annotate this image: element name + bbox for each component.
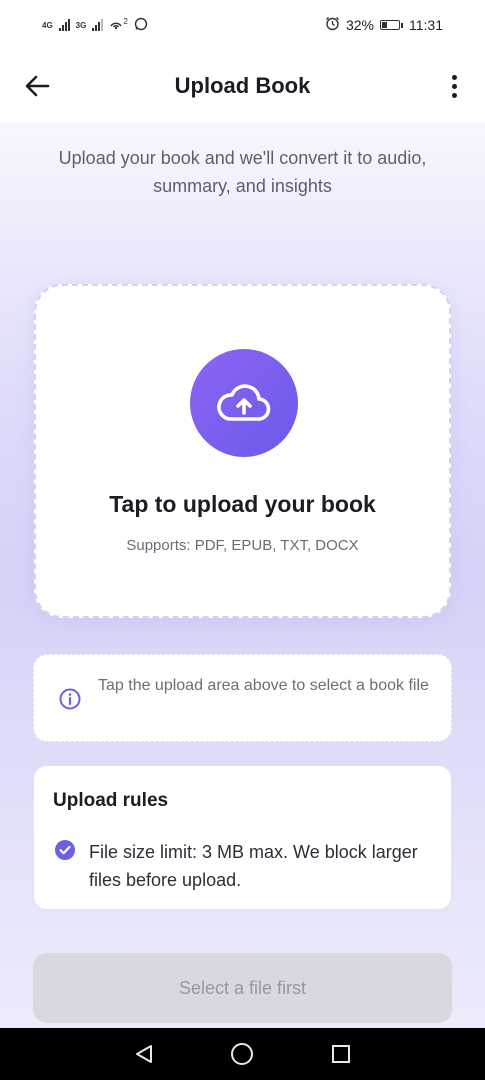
more-vertical-icon bbox=[451, 74, 457, 98]
main-content: Upload your book and we'll convert it to… bbox=[0, 122, 485, 1028]
home-circle-icon bbox=[231, 1043, 254, 1065]
page-title: Upload Book bbox=[174, 73, 311, 98]
clock: 11:31 bbox=[409, 17, 443, 33]
rules-title: Upload rules bbox=[53, 790, 169, 811]
page-subtitle: Upload your book and we'll convert it to… bbox=[58, 148, 427, 196]
info-text: Tap the upload area above to select a bo… bbox=[98, 677, 429, 694]
back-button[interactable] bbox=[22, 72, 54, 100]
hotspot-icon bbox=[109, 18, 123, 33]
more-menu-button[interactable] bbox=[445, 70, 463, 102]
cloud-upload-icon bbox=[217, 384, 271, 421]
network-type-2: 3G bbox=[75, 20, 87, 30]
nav-home-button[interactable] bbox=[227, 1039, 257, 1069]
info-hint-card: Tap the upload area above to select a bo… bbox=[33, 654, 452, 742]
upload-area[interactable]: Tap to upload your book Supports: PDF, E… bbox=[34, 284, 451, 618]
back-triangle-icon bbox=[136, 1045, 153, 1063]
hotspot-count: 2 bbox=[123, 16, 128, 26]
status-left: 4G 3G 2 bbox=[42, 17, 148, 34]
network-type-1: 4G bbox=[42, 20, 53, 30]
battery-icon bbox=[380, 20, 403, 30]
nav-back-button[interactable] bbox=[129, 1039, 159, 1069]
signal-icon bbox=[58, 19, 70, 31]
battery-percent: 32% bbox=[345, 17, 374, 33]
upload-rules-card: Upload rules File size limit: 3 MB max. … bbox=[33, 765, 452, 910]
select-file-button[interactable]: Select a file first bbox=[33, 953, 452, 1023]
recents-square-icon bbox=[331, 1045, 350, 1063]
app-bar: Upload Book bbox=[0, 50, 485, 122]
system-nav-bar bbox=[0, 1028, 485, 1080]
nav-recents-button[interactable] bbox=[326, 1039, 356, 1069]
supported-formats: Supports: PDF, EPUB, TXT, DOCX bbox=[126, 537, 359, 554]
alarm-icon bbox=[325, 16, 340, 34]
upload-icon-circle bbox=[190, 349, 298, 457]
whatsapp-icon bbox=[134, 17, 148, 34]
upload-title: Tap to upload your book bbox=[109, 491, 376, 517]
signal-icon-2 bbox=[92, 19, 104, 31]
rule-item: File size limit: 3 MB max. We block larg… bbox=[89, 842, 418, 890]
status-right: 32% 11:31 bbox=[325, 16, 443, 34]
check-circle-icon bbox=[55, 840, 75, 860]
arrow-left-icon bbox=[25, 75, 50, 97]
info-icon bbox=[59, 688, 81, 710]
status-bar: 4G 3G 2 32% 11:31 bbox=[0, 0, 485, 50]
